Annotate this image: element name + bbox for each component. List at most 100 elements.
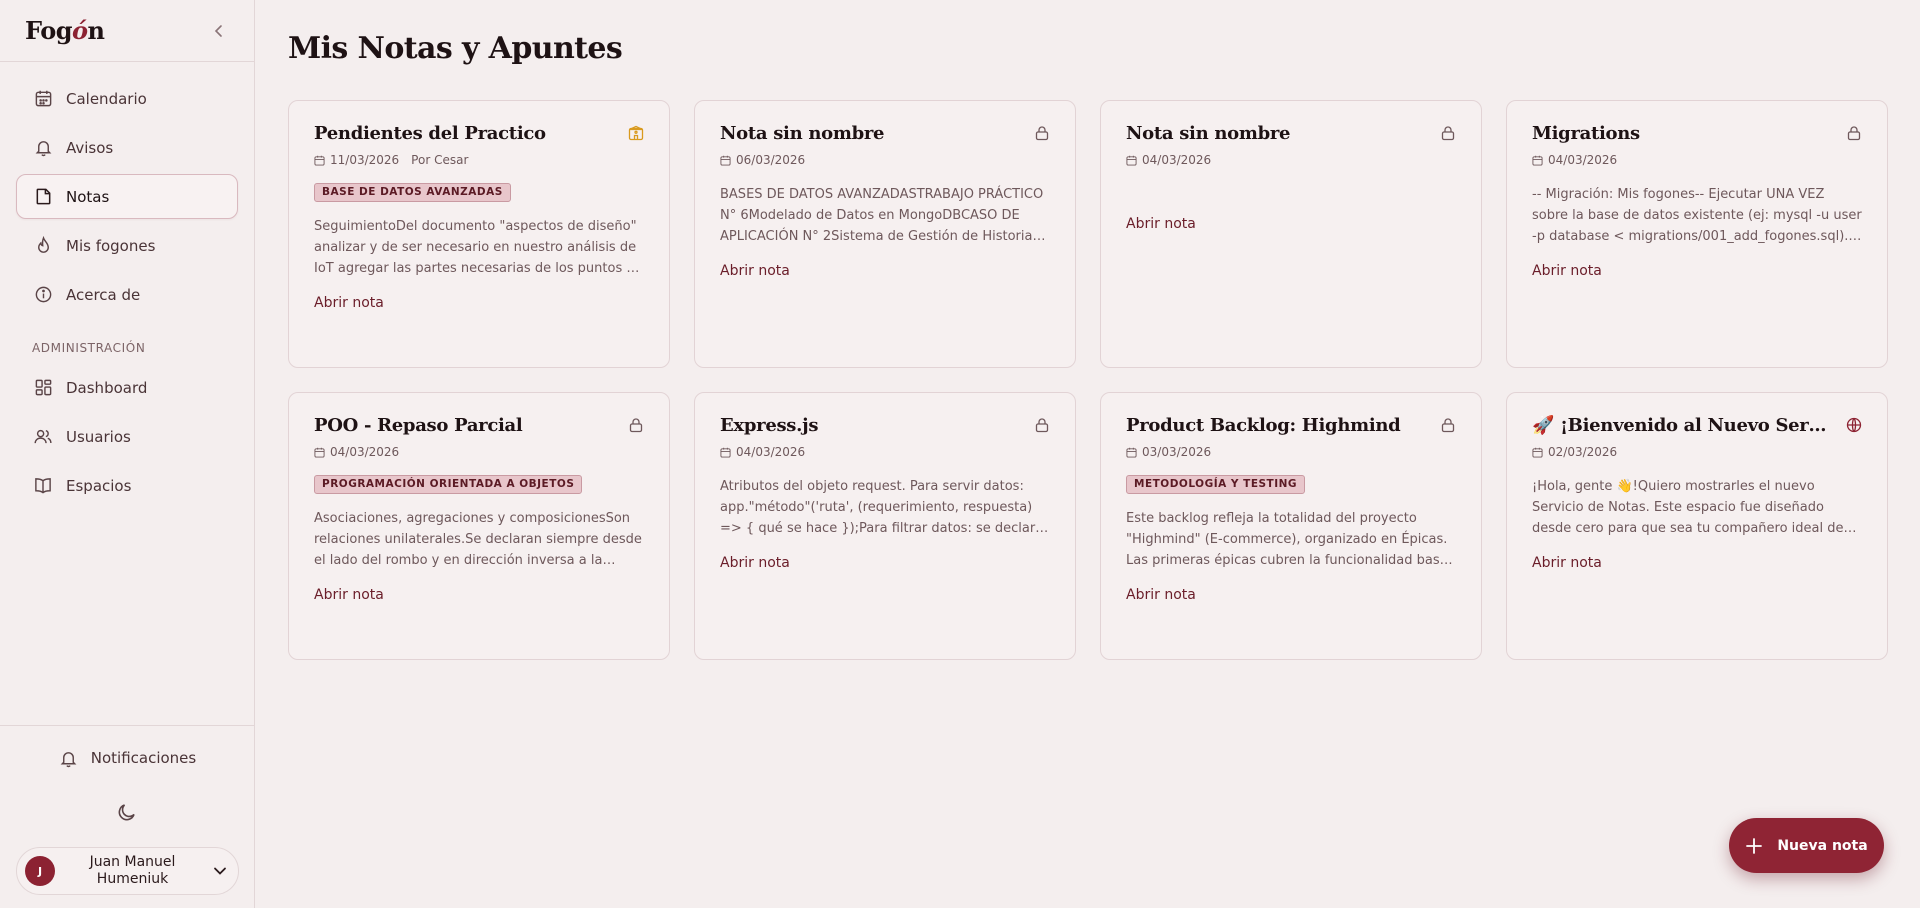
info-icon <box>33 285 53 305</box>
note-title: POO - Repaso Parcial <box>314 415 523 436</box>
app-logo[interactable]: Fogón <box>25 16 105 45</box>
notifications-button[interactable]: Notificaciones <box>0 748 255 768</box>
notifications-label: Notificaciones <box>90 749 197 767</box>
note-date: 04/03/2026 <box>1548 153 1618 167</box>
lock-icon <box>627 416 645 434</box>
sidebar-item-label: Avisos <box>66 138 114 157</box>
note-meta: 03/03/2026 <box>1126 444 1457 460</box>
sidebar-item-label: Calendario <box>66 89 147 108</box>
sidebar-item-label: Usuarios <box>66 427 131 446</box>
open-note-link[interactable]: Abrir nota <box>1532 263 1602 279</box>
sidebar-item-acerca-de[interactable]: Acerca de <box>16 272 238 317</box>
sidebar-item-dashboard[interactable]: Dashboard <box>16 365 238 410</box>
user-menu[interactable]: J Juan Manuel Humeniuk <box>16 847 239 895</box>
open-note-link[interactable]: Abrir nota <box>720 263 790 279</box>
sidebar-item-label: Acerca de <box>66 285 141 304</box>
note-card[interactable]: POO - Repaso Parcial 04/03/2026 PROGRAMA… <box>288 392 670 660</box>
sidebar-item-notas[interactable]: Notas <box>16 174 238 219</box>
subject-tag: PROGRAMACIÓN ORIENTADA A OBJETOS <box>314 475 583 494</box>
calendar-icon <box>1126 154 1138 166</box>
subject-tag: BASE DE DATOS AVANZADAS <box>314 183 511 202</box>
sidebar-item-usuarios[interactable]: Usuarios <box>16 414 238 459</box>
open-note-link[interactable]: Abrir nota <box>1126 216 1457 232</box>
sidebar-item-mis-fogones[interactable]: Mis fogones <box>16 223 238 268</box>
note-meta: 04/03/2026 <box>1126 152 1457 168</box>
note-title: 🚀 ¡Bienvenido al Nuevo Servicio de Notas… <box>1532 415 1832 436</box>
sidebar-nav: Calendario Avisos Notas Mis fogones Acer… <box>0 62 254 508</box>
open-note-link[interactable]: Abrir nota <box>720 555 790 571</box>
note-date: 03/03/2026 <box>1142 445 1212 459</box>
note-date: 02/03/2026 <box>1548 445 1618 459</box>
open-note-link[interactable]: Abrir nota <box>1126 587 1196 603</box>
lock-icon <box>1033 124 1051 142</box>
sidebar-item-espacios[interactable]: Espacios <box>16 463 238 508</box>
sidebar-item-label: Mis fogones <box>66 236 156 255</box>
note-date: 06/03/2026 <box>736 153 806 167</box>
note-title: Express.js <box>720 415 819 436</box>
lock-icon <box>1845 124 1863 142</box>
note-card[interactable]: 🚀 ¡Bienvenido al Nuevo Servicio de Notas… <box>1506 392 1888 660</box>
note-meta: 06/03/2026 <box>720 152 1051 168</box>
note-card[interactable]: Nota sin nombre 04/03/2026 Abrir nota <box>1100 100 1482 368</box>
user-name: Juan Manuel Humeniuk <box>89 854 176 887</box>
note-preview: ¡Hola, gente 👋!Quiero mostrarles el nuev… <box>1532 479 1844 536</box>
note-preview: Asociaciones, agregaciones y composicion… <box>314 511 642 568</box>
calendar-icon <box>1532 446 1544 458</box>
note-preview: Este backlog refleja la totalidad del pr… <box>1126 511 1448 568</box>
note-title: Nota sin nombre <box>1126 123 1291 144</box>
flame-icon <box>33 236 53 256</box>
logo-row: Fogón <box>0 0 254 62</box>
note-date: 04/03/2026 <box>1142 153 1212 167</box>
note-card[interactable]: Product Backlog: Highmind 03/03/2026 MET… <box>1100 392 1482 660</box>
note-icon <box>33 187 53 207</box>
note-meta: 04/03/2026 <box>720 444 1051 460</box>
calendar-icon <box>314 154 326 166</box>
sidebar-item-calendario[interactable]: Calendario <box>16 76 238 121</box>
open-note-link[interactable]: Abrir nota <box>314 295 384 311</box>
note-card[interactable]: Migrations 04/03/2026 -- Migración: Mis … <box>1506 100 1888 368</box>
note-date: 04/03/2026 <box>330 445 400 459</box>
note-title: Pendientes del Practico <box>314 123 546 144</box>
note-preview: -- Migración: Mis fogones-- Ejecutar UNA… <box>1532 187 1862 244</box>
note-title: Migrations <box>1532 123 1640 144</box>
note-card[interactable]: Express.js 04/03/2026 Atributos del obje… <box>694 392 1076 660</box>
note-preview: SeguimientoDel documento "aspectos de di… <box>314 219 637 276</box>
collapse-sidebar-button[interactable] <box>210 22 228 40</box>
chevron-down-icon <box>210 861 230 881</box>
note-meta: 04/03/2026 <box>314 444 645 460</box>
dashboard-icon <box>33 378 53 398</box>
note-title: Product Backlog: Highmind <box>1126 415 1401 436</box>
moon-icon <box>118 804 135 821</box>
note-card[interactable]: Pendientes del Practico 11/03/2026 Por C… <box>288 100 670 368</box>
open-note-link[interactable]: Abrir nota <box>1532 555 1602 571</box>
calendar-icon <box>720 446 732 458</box>
bell-icon <box>33 138 53 158</box>
new-note-label: Nueva nota <box>1777 837 1868 854</box>
page-title: Mis Notas y Apuntes <box>288 31 623 66</box>
main-content: Mis Notas y Apuntes Pendientes del Pract… <box>288 0 1920 908</box>
chevron-left-icon <box>214 24 222 37</box>
avatar: J <box>25 856 55 886</box>
sidebar-footer: Notificaciones J Juan Manuel Humeniuk <box>0 725 255 908</box>
admin-section-label: ADMINISTRACIÓN <box>32 341 146 355</box>
note-title: Nota sin nombre <box>720 123 885 144</box>
theme-toggle-button[interactable] <box>115 800 139 824</box>
note-date: 04/03/2026 <box>736 445 806 459</box>
sidebar: Fogón Calendario Avisos Notas Mis fogone… <box>0 0 255 908</box>
plus-icon <box>1745 837 1763 855</box>
calendar-icon <box>33 89 53 109</box>
calendar-icon <box>1126 446 1138 458</box>
note-meta: 11/03/2026 Por Cesar <box>314 152 645 168</box>
new-note-button[interactable]: Nueva nota <box>1729 818 1884 873</box>
open-note-link[interactable]: Abrir nota <box>314 587 384 603</box>
lock-icon <box>1439 124 1457 142</box>
note-date: 11/03/2026 <box>330 153 400 167</box>
book-icon <box>33 476 53 496</box>
sidebar-item-label: Dashboard <box>66 378 148 397</box>
sidebar-item-avisos[interactable]: Avisos <box>16 125 238 170</box>
note-card[interactable]: Nota sin nombre 06/03/2026 BASES DE DATO… <box>694 100 1076 368</box>
globe-icon <box>1845 416 1863 434</box>
calendar-icon <box>1532 154 1544 166</box>
sidebar-item-label: Espacios <box>66 476 132 495</box>
note-meta: 04/03/2026 <box>1532 152 1863 168</box>
